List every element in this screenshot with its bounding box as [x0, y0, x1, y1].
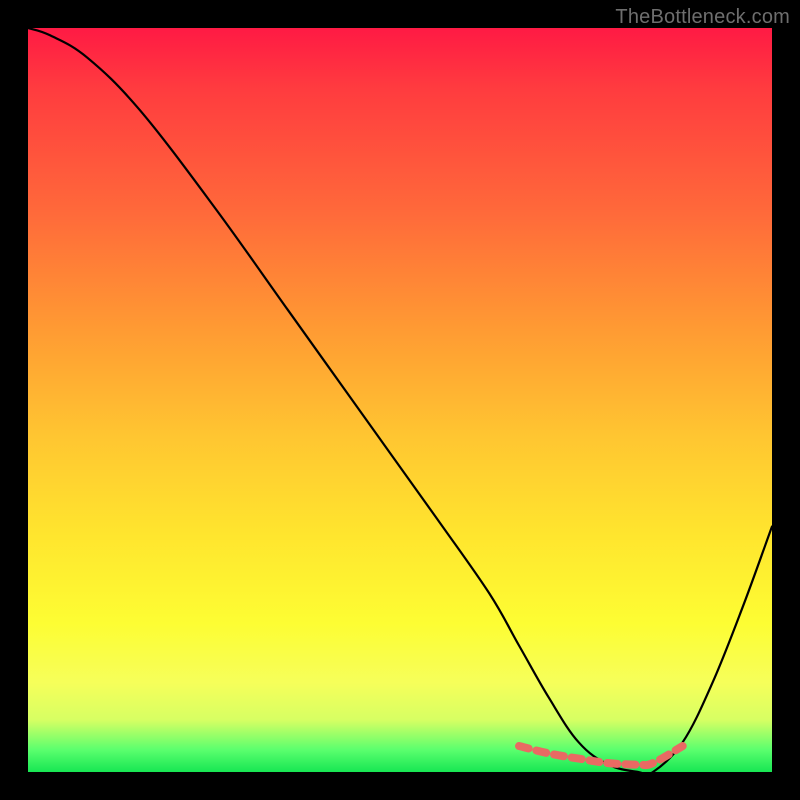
- watermark-text: TheBottleneck.com: [615, 6, 790, 29]
- chart-frame: TheBottleneck.com: [0, 0, 800, 800]
- chart-svg: [28, 28, 772, 772]
- optimal-band: [519, 746, 683, 765]
- plot-area: [28, 28, 772, 772]
- bottleneck-curve: [28, 28, 772, 775]
